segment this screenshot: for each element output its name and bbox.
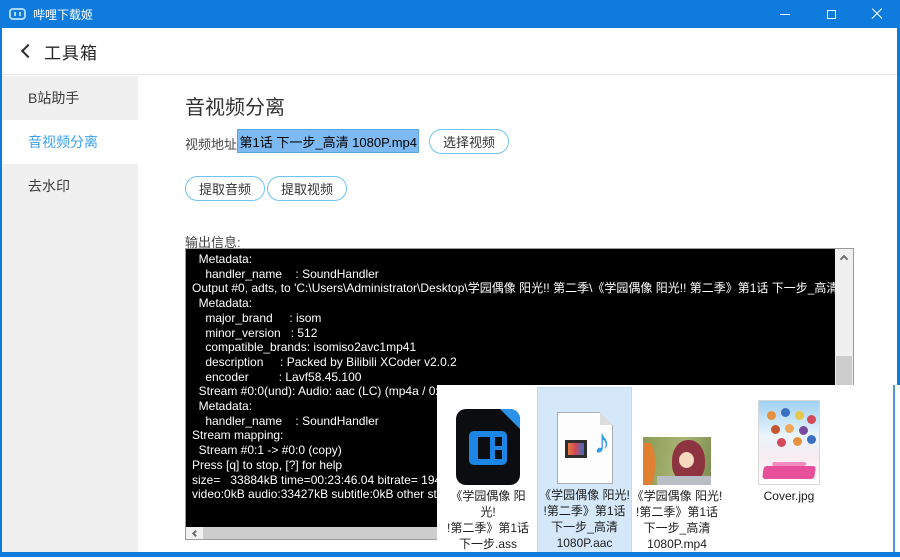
sidebar-item-watermark-removal[interactable]: 去水印 [2, 164, 138, 208]
video-url-label: 视频地址: [185, 137, 241, 152]
scroll-left-arrow-icon[interactable] [186, 527, 203, 539]
file-name: Cover.jpg [763, 489, 815, 503]
file-name: 《学园偶像 阳光! !第二季》第1话 下一步.ass [446, 489, 529, 551]
bilibili-tv-icon [9, 8, 26, 20]
window-title: 哔哩下载姬 [33, 7, 94, 22]
file-name: 《学园偶像 阳光! !第二季》第1话 下一步_高清 1080P.mp4 [631, 489, 723, 551]
breadcrumb-toolbox[interactable]: 工具箱 [44, 39, 98, 64]
close-button[interactable] [854, 0, 900, 28]
app-window: 哔哩下载姬 工具箱 B站助手 音视频分离 去水印 音视频分离 视频地址: 季》第… [0, 0, 900, 560]
maximize-icon [826, 9, 836, 19]
video-thumbnail [643, 437, 711, 485]
titlebar: 哔哩下载姬 [0, 0, 900, 28]
back-chevron-icon[interactable] [20, 43, 36, 59]
window-border-left [0, 0, 2, 560]
sidebar: B站助手 音视频分离 去水印 [2, 76, 138, 552]
maximize-button[interactable] [808, 0, 854, 28]
page-title: 音视频分离 [185, 97, 285, 119]
sidebar-item-av-separation[interactable]: 音视频分离 [2, 120, 138, 164]
header: 工具箱 [2, 28, 897, 75]
minimize-button[interactable] [762, 0, 808, 28]
video-url-selected-text: 季》第1话 下一步_高清 1080P.mp4 [238, 130, 418, 152]
file-name: 《学园偶像 阳光! !第二季》第1话 下一步_高清 1080P.aac [539, 488, 630, 550]
close-icon [871, 8, 883, 20]
cover-image-thumbnail [758, 400, 820, 485]
extract-audio-button[interactable]: 提取音频 [185, 176, 266, 201]
extract-video-button[interactable]: 提取视频 [267, 176, 348, 201]
file-tile-aac-selected[interactable]: ♪ 《学园偶像 阳光! !第二季》第1话 下一步_高清 1080P.aac [537, 387, 632, 556]
file-explorer-window: 《学园偶像 阳光! !第二季》第1话 下一步.ass ♪ 《学园偶像 阳光! !… [437, 385, 895, 556]
file-tile-cover[interactable]: Cover.jpg [743, 389, 835, 504]
file-tile-mp4[interactable]: 《学园偶像 阳光! !第二季》第1话 下一步_高清 1080P.mp4 [631, 389, 723, 552]
file-tile-ass[interactable]: 《学园偶像 阳光! !第二季》第1话 下一步.ass [443, 389, 533, 552]
audio-file-icon: ♪ [556, 412, 613, 484]
minimize-icon [780, 13, 790, 15]
subtitle-file-icon [456, 409, 520, 485]
video-url-input[interactable]: 季》第1话 下一步_高清 1080P.mp4 [237, 129, 419, 153]
sidebar-item-bilibili-helper[interactable]: B站助手 [2, 76, 138, 120]
choose-video-button[interactable]: 选择视频 [429, 129, 510, 154]
scroll-up-arrow-icon[interactable] [835, 249, 853, 266]
music-note-icon: ♪ [593, 423, 611, 461]
